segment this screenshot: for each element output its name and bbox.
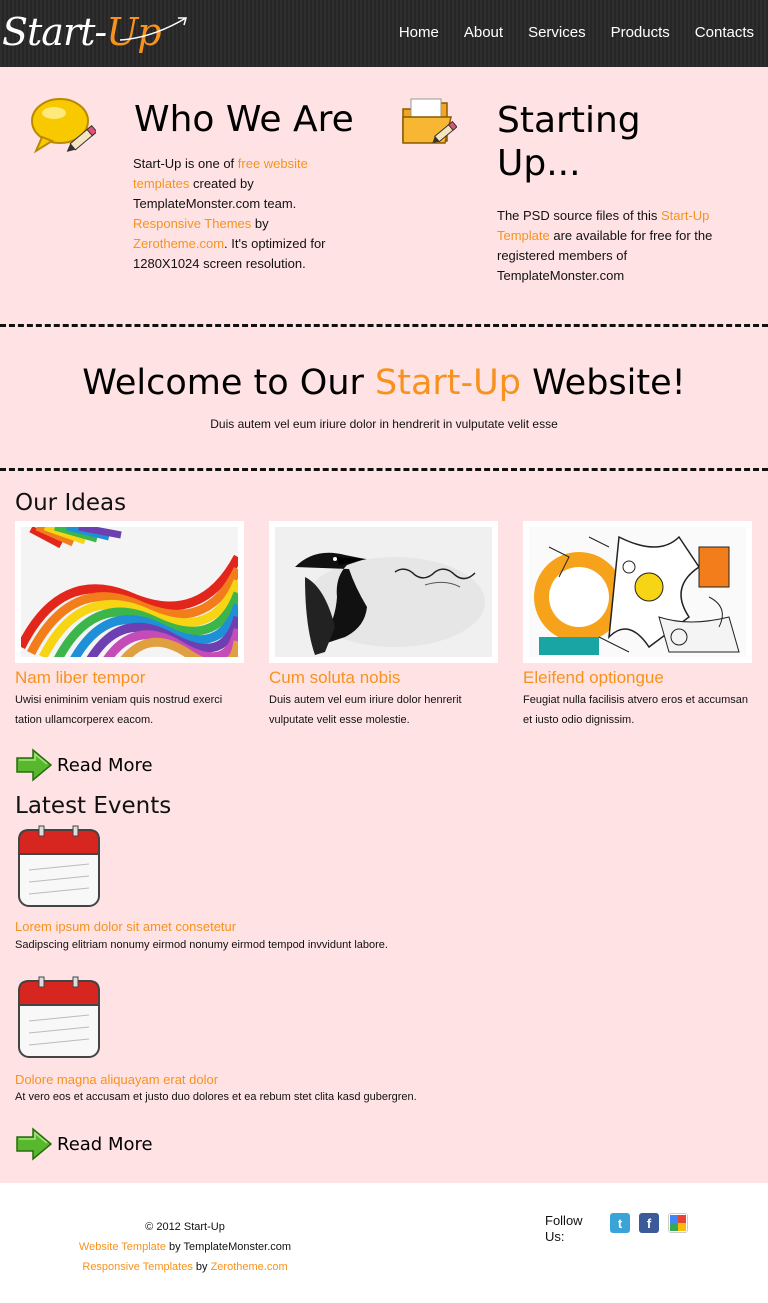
- footer-zerotheme-link[interactable]: Zerotheme.com: [211, 1261, 288, 1273]
- event-text: Sadipscing elitriam nonumy eirmod nonumy…: [15, 939, 388, 951]
- idea-text: Feugiat nulla facilisis atvero eros et a…: [523, 694, 748, 726]
- welcome-subtitle: Duis autem vel eum iriure dolor in hendr…: [210, 417, 558, 431]
- nav-about[interactable]: About: [464, 24, 503, 41]
- doodle-art-image: [529, 527, 746, 657]
- footer-line: Website Template by TemplateMonster.com: [78, 1241, 292, 1253]
- idea-title[interactable]: Eleifend optiongue: [523, 668, 753, 688]
- idea-card: Nam liber tempor Uwisi eniminim veniam q…: [15, 521, 245, 730]
- nav-services[interactable]: Services: [528, 24, 586, 41]
- raven-sketch-image: [275, 527, 492, 657]
- starting-up-text: The PSD source files of this Start-Up Te…: [497, 208, 713, 283]
- calendar-icon: [18, 825, 100, 907]
- follow-us-label: Follow Us:: [545, 1213, 583, 1244]
- main-nav: Home About Services Products Contacts: [374, 24, 754, 41]
- chat-bubble-pencil-icon: [31, 98, 96, 154]
- read-more-label: Read More: [57, 1133, 153, 1155]
- nav-home[interactable]: Home: [399, 24, 439, 41]
- calendar-icon: [18, 976, 100, 1058]
- header: Start-Up Home About Services Products Co…: [0, 0, 768, 67]
- event-title[interactable]: Lorem ipsum dolor sit amet consetetur: [15, 919, 236, 934]
- our-ideas-title: Our Ideas: [15, 490, 127, 516]
- idea-image-frame[interactable]: [523, 521, 752, 663]
- who-we-are-text: Start-Up is one of free website template…: [133, 156, 326, 271]
- footer-copyright: © 2012 Start-Up Website Template by Temp…: [0, 1217, 370, 1277]
- idea-title[interactable]: Cum soluta nobis: [269, 668, 499, 688]
- arrow-right-icon: [16, 1127, 53, 1161]
- copyright-text: © 2012 Start-Up: [145, 1221, 225, 1233]
- idea-image-frame[interactable]: [15, 521, 244, 680]
- nav-contacts[interactable]: Contacts: [695, 24, 754, 41]
- facebook-icon[interactable]: f: [639, 1213, 659, 1233]
- idea-card: Cum soluta nobis Duis autem vel eum iriu…: [269, 521, 499, 730]
- zerotheme-link[interactable]: Zerotheme.com: [133, 236, 224, 251]
- responsive-themes-link[interactable]: Responsive Themes: [133, 216, 251, 231]
- starting-up-title: Starting Up...: [497, 100, 641, 184]
- who-we-are-title: Who We Are: [134, 99, 354, 140]
- event-title[interactable]: Dolore magna aliquayam erat dolor: [15, 1072, 218, 1087]
- footer-line: Responsive Templates by Zerotheme.com: [82, 1261, 288, 1273]
- nav-products[interactable]: Products: [611, 24, 670, 41]
- events-read-more-button[interactable]: Read More: [15, 1127, 153, 1161]
- logo[interactable]: Start-Up: [2, 6, 192, 56]
- website-template-link[interactable]: Website Template: [79, 1241, 166, 1253]
- logo-swoosh-icon: [119, 17, 187, 41]
- idea-text: Duis autem vel eum iriure dolor henrerit…: [269, 694, 462, 726]
- latest-events-title: Latest Events: [15, 793, 172, 819]
- welcome-heading: Welcome to Our Start-Up Website!: [82, 363, 686, 403]
- twitter-icon[interactable]: t: [610, 1213, 630, 1233]
- idea-title[interactable]: Nam liber tempor: [15, 668, 245, 688]
- footer: © 2012 Start-Up Website Template by Temp…: [0, 1183, 768, 1303]
- event-text: At vero eos et accusam et justo duo dolo…: [15, 1091, 417, 1103]
- divider: [0, 468, 768, 471]
- idea-image-frame[interactable]: [269, 521, 498, 663]
- idea-card: Eleifend optiongue Feugiat nulla facilis…: [523, 521, 753, 730]
- arrow-right-icon: [16, 748, 53, 782]
- ideas-read-more-button[interactable]: Read More: [15, 748, 153, 782]
- idea-text: Uwisi eniminim veniam quis nostrud exerc…: [15, 694, 223, 726]
- read-more-label: Read More: [57, 754, 153, 776]
- folder-pencil-icon: [402, 98, 457, 144]
- main-content: Who We Are Start-Up is one of free websi…: [0, 67, 768, 1183]
- divider: [0, 324, 768, 327]
- rainbow-pencils-image: [16, 523, 243, 680]
- google-icon[interactable]: [668, 1213, 688, 1233]
- responsive-templates-link[interactable]: Responsive Templates: [82, 1261, 192, 1273]
